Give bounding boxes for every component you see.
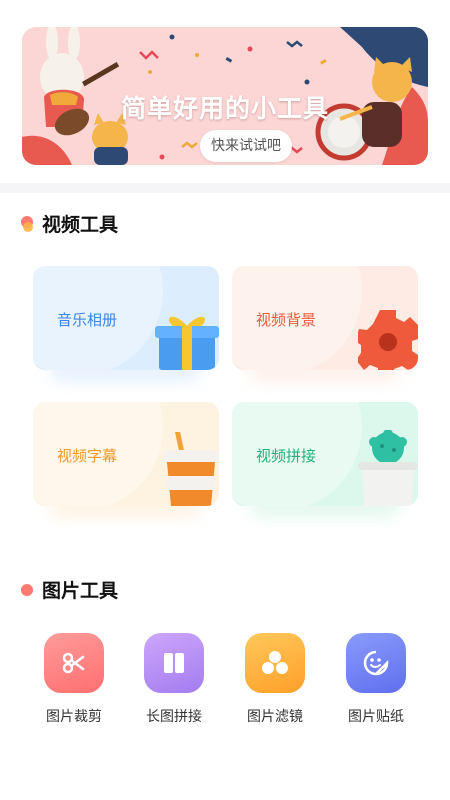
cactus-pot-icon	[358, 430, 418, 506]
banner-title: 简单好用的小工具	[120, 94, 329, 123]
picture-tools-header: 图片工具	[21, 576, 118, 603]
card-label: 视频字幕	[57, 447, 118, 465]
tool-label: 图片裁剪	[46, 709, 102, 725]
gear-icon	[358, 310, 418, 370]
columns-icon	[144, 633, 204, 693]
card-video-background[interactable]: 视频背景	[232, 266, 418, 370]
card-label: 视频拼接	[256, 447, 317, 465]
coffee-cup-icon	[163, 432, 219, 506]
section-dot-icon	[21, 215, 33, 232]
card-video-splice[interactable]: 视频拼接	[232, 402, 418, 506]
scissors-icon	[44, 633, 104, 693]
tool-image-crop[interactable]: 图片裁剪	[34, 633, 114, 726]
tool-long-image-splice[interactable]: 长图拼接	[134, 633, 214, 726]
gift-box-icon	[155, 316, 219, 370]
card-music-album[interactable]: 音乐相册	[33, 266, 219, 370]
sticker-face-icon	[346, 633, 406, 693]
try-now-button[interactable]: 快来试试吧	[200, 130, 292, 162]
tool-image-sticker[interactable]: 图片贴纸	[336, 633, 416, 726]
card-label: 音乐相册	[57, 311, 118, 329]
tool-label: 图片贴纸	[348, 709, 404, 725]
video-tools-header: 视频工具	[21, 210, 118, 237]
picture-tools-title: 图片工具	[42, 580, 119, 602]
section-dot-icon	[21, 582, 33, 598]
promo-banner[interactable]: 简单好用的小工具 快来试试吧	[22, 27, 428, 165]
tool-label: 图片滤镜	[247, 709, 303, 725]
section-divider	[0, 183, 450, 193]
video-tools-title: 视频工具	[42, 214, 119, 236]
tool-label: 长图拼接	[146, 709, 202, 725]
card-label: 视频背景	[256, 311, 317, 329]
card-video-subtitle[interactable]: 视频字幕	[33, 402, 219, 506]
tool-image-filter[interactable]: 图片滤镜	[235, 633, 315, 726]
circles-icon	[245, 633, 305, 693]
